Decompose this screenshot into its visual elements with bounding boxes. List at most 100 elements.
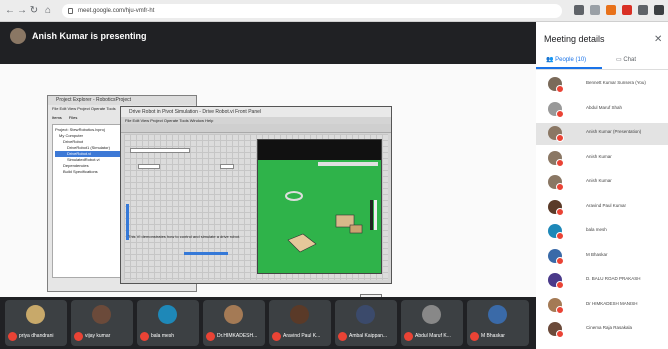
avatar (158, 305, 177, 324)
participant-tile[interactable]: Dr.HIMKADESH... (203, 300, 265, 346)
mic-off-icon (556, 134, 564, 142)
url-text: meet.google.com/hju-vmfr-ht (78, 8, 155, 14)
person-name: bala mesh (586, 227, 607, 232)
meeting-details-panel: Meeting details ✕ 👥 People (10) ▭ Chat B… (536, 22, 668, 349)
participant-tile[interactable]: Aravind Paul K... (269, 300, 331, 346)
participant-name: vijay kumar (85, 333, 111, 339)
mic-off-icon (556, 330, 564, 338)
person-name: M Bhaskar (586, 251, 608, 257)
people-list-item[interactable]: Anish Kumar (536, 148, 668, 170)
people-list-item[interactable]: Anish Kumar (536, 172, 668, 194)
lock-icon (68, 8, 73, 14)
extension-icon[interactable] (574, 5, 584, 15)
address-bar[interactable]: meet.google.com/hju-vmfr-ht (62, 4, 562, 18)
tab-chat[interactable]: ▭ Chat (616, 56, 636, 63)
window-title: Drive Robot in Pivot Simulation - Drive … (121, 107, 391, 117)
extension-icon[interactable] (590, 5, 600, 15)
participant-name: Aravind Paul K... (283, 333, 321, 339)
participant-tile[interactable]: priya dhandrani (5, 300, 67, 346)
people-list-item[interactable]: Cinema Raja Rasakala (536, 319, 668, 341)
mic-off-icon (556, 183, 564, 191)
toolbar (121, 124, 391, 133)
close-icon[interactable]: ✕ (654, 34, 662, 45)
mic-off-icon (556, 281, 564, 289)
mic-off-icon (272, 332, 281, 341)
person-name: Cinema Raja Rasakala (586, 325, 633, 330)
person-name: Anish Kumar (586, 178, 612, 183)
people-list-item[interactable]: M Bhaskar (536, 246, 668, 268)
participant-name: Abdul Maruf K... (415, 333, 451, 339)
home-icon[interactable]: ⌂ (42, 5, 54, 17)
participant-strip: priya dhandrani vijay kumar bala mesh Dr.HI… (0, 297, 536, 349)
forward-icon[interactable]: → (16, 5, 28, 17)
back-icon[interactable]: ← (4, 5, 16, 17)
vi-front-panel-window: Drive Robot in Pivot Simulation - Drive … (120, 106, 392, 304)
mic-off-icon (556, 85, 564, 93)
tab-items[interactable]: Items (52, 115, 62, 120)
mic-off-icon (556, 207, 564, 216)
browser-toolbar: ← → ↻ ⌂ meet.google.com/hju-vmfr-ht (0, 0, 668, 22)
instructions-text: This VI demonstrates how to control and … (128, 234, 241, 239)
avatar (290, 305, 309, 324)
presenter-banner: Anish Kumar is presenting (10, 28, 147, 44)
person-name: Bennett Kumar Sunsera (You) (586, 80, 646, 85)
people-list-item[interactable]: D. BALU ROAD PRAKASH (536, 270, 668, 292)
panel-title: Meeting details (544, 34, 605, 44)
menu-icon[interactable] (654, 5, 664, 15)
tab-files[interactable]: Files (69, 115, 77, 120)
people-list-item[interactable]: Dr HIMKADESH MANISH (536, 295, 668, 317)
avatar (356, 305, 375, 324)
participant-tile[interactable]: Ambal Kaippan... (335, 300, 397, 346)
people-list-item[interactable]: Anish Kumar (Presentation) (536, 123, 668, 145)
tab-people[interactable]: 👥 People (10) (546, 56, 586, 63)
mic-off-icon (556, 109, 564, 118)
person-name: Dr HIMKADESH MANISH (586, 300, 638, 306)
avatar (26, 305, 45, 324)
mic-off-icon (140, 332, 149, 341)
participant-tile[interactable]: Abdul Maruf K... (401, 300, 463, 346)
mic-off-icon (206, 332, 215, 341)
mic-off-icon (404, 332, 413, 341)
extension-icon[interactable] (638, 5, 648, 15)
velocity-input[interactable] (138, 164, 160, 169)
extension-icon[interactable] (622, 5, 632, 15)
people-list-item[interactable]: Abdul Maruf Shah (536, 99, 668, 121)
people-icon: 👥 (546, 57, 554, 63)
participant-name: M Bhaskar (481, 333, 505, 339)
mic-off-icon (74, 332, 83, 341)
mic-off-icon (556, 256, 564, 265)
participant-name: Ambal Kaippan... (349, 333, 388, 339)
participant-name: priya dhandrani (19, 333, 54, 339)
avatar (422, 305, 441, 324)
mic-off-icon (470, 332, 479, 341)
mic-off-icon (556, 305, 564, 314)
shared-screen: Project Explorer - RoboticsProject File … (0, 48, 536, 336)
rate-input[interactable] (220, 164, 234, 169)
people-list-item[interactable]: bala mesh (536, 221, 668, 243)
presenter-text: Anish Kumar is presenting (32, 31, 147, 41)
participant-tile[interactable]: vijay kumar (71, 300, 133, 346)
front-panel-grid: This VI demonstrates how to control and … (124, 134, 388, 304)
people-list-item[interactable]: Aravind Paul Kumar (536, 197, 668, 219)
steering-selector[interactable] (130, 148, 190, 153)
menu-bar: File Edit View Project Operate Tools Win… (125, 118, 214, 123)
participant-name: bala mesh (151, 333, 175, 339)
robot-simulation-scene (257, 139, 382, 274)
avatar (92, 305, 111, 324)
window-title: Project Explorer - RoboticsProject (48, 96, 196, 105)
person-name: D. BALU ROAD PRAKASH (586, 276, 641, 281)
reload-icon[interactable]: ↻ (28, 5, 40, 17)
participant-tile[interactable]: M Bhaskar (467, 300, 529, 346)
mic-off-icon (556, 158, 564, 167)
extension-icon[interactable] (606, 5, 616, 15)
chat-icon: ▭ (616, 57, 622, 63)
mic-off-icon (556, 232, 564, 240)
people-list-item[interactable]: Bennett Kumar Sunsera (You) (536, 74, 668, 96)
mic-off-icon (8, 332, 17, 341)
mic-off-icon (338, 332, 347, 341)
participant-tile[interactable]: bala mesh (137, 300, 199, 346)
angular-slider[interactable] (184, 252, 228, 255)
person-name: Abdul Maruf Shah (586, 104, 623, 110)
person-name: Anish Kumar (Presentation) (586, 129, 642, 134)
person-name: Anish Kumar (586, 153, 612, 159)
